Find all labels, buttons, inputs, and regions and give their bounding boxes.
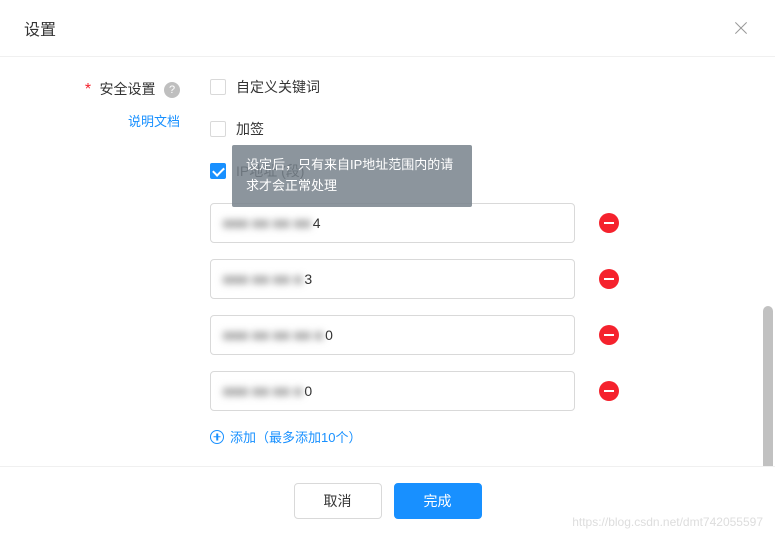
dialog-body: * 安全设置 ? 说明文档 自定义关键词 加签 IP地址 (段) ■■■ ■■ …: [0, 57, 775, 457]
required-asterisk: *: [85, 81, 91, 98]
remove-icon[interactable]: [599, 381, 619, 401]
ip-input[interactable]: ■■■ ■■ ■■ ■■ 4: [210, 203, 575, 243]
doc-link[interactable]: 说明文档: [0, 111, 180, 130]
dialog-title: 设置: [24, 16, 56, 40]
ip-address-list: ■■■ ■■ ■■ ■■ 4 ■■■ ■■ ■■ ■ 3 ■■■ ■■ ■■ ■…: [210, 203, 775, 446]
remove-icon[interactable]: [599, 325, 619, 345]
ip-visible: 0: [304, 383, 312, 399]
checkbox-signature[interactable]: 加签: [210, 119, 775, 139]
checkbox-icon[interactable]: [210, 163, 226, 179]
ip-masked: ■■■ ■■ ■■ ■: [223, 271, 302, 287]
ip-row: ■■■ ■■ ■■ ■ 3: [210, 259, 775, 299]
ip-row: ■■■ ■■ ■■ ■■ 4: [210, 203, 775, 243]
ip-row: ■■■ ■■ ■■ ■ 0: [210, 371, 775, 411]
remove-icon[interactable]: [599, 269, 619, 289]
scrollbar-track[interactable]: [761, 58, 775, 458]
remove-icon[interactable]: [599, 213, 619, 233]
ip-input[interactable]: ■■■ ■■ ■■ ■ 0: [210, 371, 575, 411]
ip-input[interactable]: ■■■ ■■ ■■ ■■ ■ 0: [210, 315, 575, 355]
plus-circle-icon: [210, 430, 224, 444]
checkbox-label: 加签: [236, 119, 264, 139]
add-link-text: 添加（最多添加10个）: [230, 427, 361, 446]
ip-visible: 4: [313, 215, 321, 231]
help-icon[interactable]: ?: [164, 82, 180, 98]
watermark: https://blog.csdn.net/dmt742055597: [572, 515, 763, 529]
close-icon[interactable]: [731, 18, 751, 38]
cancel-button[interactable]: 取消: [294, 483, 382, 519]
dialog-header: 设置: [0, 0, 775, 57]
ip-visible: 3: [304, 271, 312, 287]
ip-row: ■■■ ■■ ■■ ■■ ■ 0: [210, 315, 775, 355]
scrollbar-thumb[interactable]: [763, 306, 773, 481]
checkbox-icon[interactable]: [210, 79, 226, 95]
ip-visible: 0: [325, 327, 333, 343]
form-label-column: * 安全设置 ? 说明文档: [0, 77, 200, 437]
ip-masked: ■■■ ■■ ■■ ■■ ■: [223, 327, 323, 343]
ip-masked: ■■■ ■■ ■■ ■■: [223, 215, 311, 231]
confirm-button[interactable]: 完成: [394, 483, 482, 519]
add-ip-link[interactable]: 添加（最多添加10个）: [210, 427, 775, 446]
security-settings-label: * 安全设置 ?: [0, 79, 180, 99]
checkbox-icon[interactable]: [210, 121, 226, 137]
checkbox-custom-keyword[interactable]: 自定义关键词: [210, 77, 775, 97]
ip-input[interactable]: ■■■ ■■ ■■ ■ 3: [210, 259, 575, 299]
form-content-column: 自定义关键词 加签 IP地址 (段) ■■■ ■■ ■■ ■■ 4 ■■■ ■■…: [200, 77, 775, 437]
checkbox-label: 自定义关键词: [236, 77, 320, 97]
section-label-text: 安全设置: [100, 81, 156, 97]
ip-masked: ■■■ ■■ ■■ ■: [223, 383, 302, 399]
tooltip: 设定后，只有来自IP地址范围内的请求才会正常处理: [232, 145, 472, 207]
